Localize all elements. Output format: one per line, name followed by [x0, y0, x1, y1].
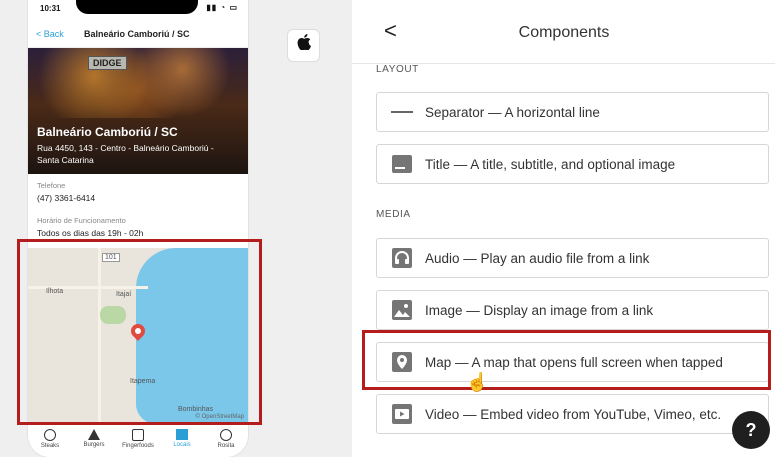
tab-locais[interactable]: Locais — [160, 425, 204, 457]
hero-image: DIDGE Balneário Camboriú / SC Rua 4450, … — [28, 48, 248, 174]
panel-title: Components — [518, 24, 610, 41]
preview-navbar: < Back Balneário Camboriú / SC — [28, 22, 248, 48]
tab-burgers[interactable]: Burgers — [72, 425, 116, 457]
place-name: Balneário Camboriú / SC — [37, 125, 178, 139]
tab-fingerfoods[interactable]: Fingerfoods — [116, 425, 160, 457]
image-icon — [391, 299, 413, 321]
phone-info: Telefone (47) 3361-6414 — [37, 181, 95, 203]
hand-cursor-icon: ☝ — [466, 372, 489, 392]
hero-sign: DIDGE — [88, 56, 127, 70]
square-icon — [132, 429, 144, 441]
headphones-icon — [391, 247, 413, 269]
hours-label: Horário de Funcionamento — [37, 216, 126, 225]
apple-logo-icon — [297, 34, 311, 51]
status-bar: 10:31 ▮▮ ◔ ▭ — [28, 0, 248, 18]
component-label: Image — Display an image from a link — [425, 302, 654, 318]
tab-rosita[interactable]: Rosita — [204, 425, 248, 457]
title-icon — [391, 153, 413, 175]
hero-photo — [28, 48, 248, 118]
map-item-highlight-box — [362, 330, 771, 390]
tab-label: Burgers — [83, 442, 105, 448]
phone-label: Telefone — [37, 181, 66, 190]
tab-label: Steaks — [40, 443, 60, 449]
tab-label: Locais — [173, 442, 191, 448]
component-audio[interactable]: Audio — Play an audio file from a link — [376, 238, 769, 278]
circle-icon — [220, 429, 232, 441]
app-preview-area: 10:31 ▮▮ ◔ ▭ < Back Balneário Camboriú /… — [0, 0, 352, 457]
preview-back-link[interactable]: < Back — [36, 29, 64, 39]
component-label: Audio — Play an audio file from a link — [425, 250, 650, 266]
help-button[interactable]: ? — [732, 411, 770, 449]
phone-notch — [76, 0, 198, 14]
hours-info: Horário de Funcionamento Todos os dias d… — [37, 216, 143, 238]
circle-icon — [44, 429, 56, 441]
tab-steaks[interactable]: Steaks — [28, 425, 72, 457]
status-time: 10:31 — [40, 4, 61, 13]
place-address: Rua 4450, 143 - Centro - Balneário Cambo… — [37, 143, 214, 165]
component-label: Separator — A horizontal line — [425, 104, 600, 120]
component-image[interactable]: Image — Display an image from a link — [376, 290, 769, 330]
component-title[interactable]: Title — A title, subtitle, and optional … — [376, 144, 769, 184]
section-media: MEDIA — [376, 209, 411, 220]
preview-tabbar: Steaks Burgers Fingerfoods Locais Rosita — [28, 424, 248, 457]
component-video[interactable]: Video — Embed video from YouTube, Vimeo,… — [376, 394, 769, 434]
preview-nav-title: Balneário Camboriú / SC — [84, 29, 190, 39]
component-label: Title — A title, subtitle, and optional … — [425, 156, 676, 172]
separator-icon — [391, 101, 413, 123]
phone-value[interactable]: (47) 3361-6414 — [37, 193, 95, 203]
panel-header: < Components — [352, 0, 775, 64]
triangle-icon — [176, 429, 188, 440]
triangle-icon — [88, 429, 100, 440]
apple-icon[interactable] — [287, 29, 320, 62]
component-separator[interactable]: Separator — A horizontal line — [376, 92, 769, 132]
status-icons: ▮▮ ◔ ▭ — [206, 3, 238, 12]
video-play-icon — [391, 403, 413, 425]
tab-label: Fingerfoods — [122, 443, 154, 449]
component-label: Video — Embed video from YouTube, Vimeo,… — [425, 406, 722, 422]
hours-value: Todos os dias das 19h - 02h — [37, 228, 144, 238]
section-layout: LAYOUT — [376, 64, 419, 75]
tab-label: Rosita — [217, 443, 235, 449]
map-highlight-box — [17, 239, 262, 425]
